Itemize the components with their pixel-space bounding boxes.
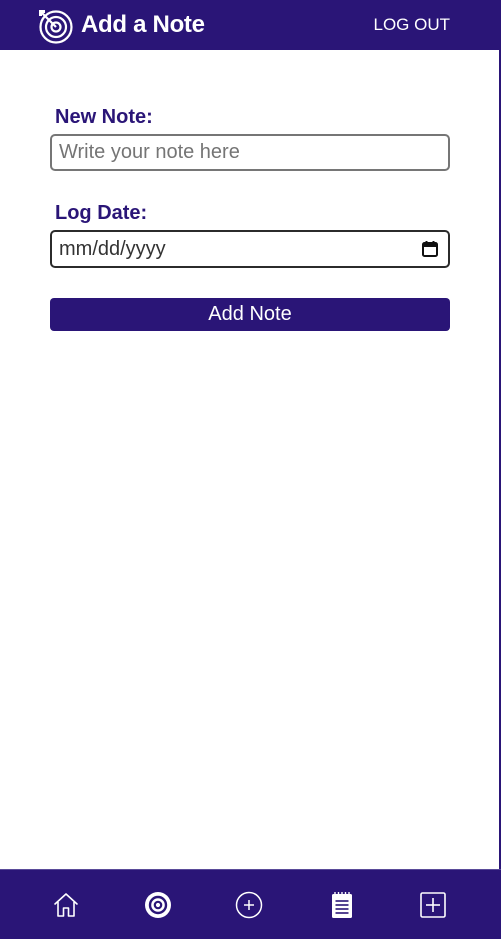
add-note-button[interactable]: Add Note [50, 298, 450, 331]
bottom-nav [0, 869, 501, 939]
note-input[interactable] [50, 134, 450, 171]
date-placeholder: mm/dd/yyyy [59, 237, 166, 260]
nav-notepad-icon[interactable] [327, 890, 357, 920]
app-header: Add a Note LOG OUT [0, 0, 501, 50]
page-title: Add a Note [81, 11, 205, 38]
nav-target-icon[interactable] [143, 890, 173, 920]
nav-home-icon[interactable] [51, 890, 81, 920]
nav-add-square-icon[interactable] [418, 890, 448, 920]
calendar-icon[interactable] [421, 240, 439, 258]
app-frame: Add a Note LOG OUT New Note: Log Date: m… [0, 0, 501, 939]
nav-add-circle-icon[interactable] [234, 890, 264, 920]
new-note-label: New Note: [55, 106, 153, 128]
target-arrow-icon[interactable] [36, 7, 74, 45]
log-date-label: Log Date: [55, 202, 148, 224]
log-date-input[interactable]: mm/dd/yyyy [50, 230, 450, 268]
logout-link[interactable]: LOG OUT [373, 14, 450, 36]
